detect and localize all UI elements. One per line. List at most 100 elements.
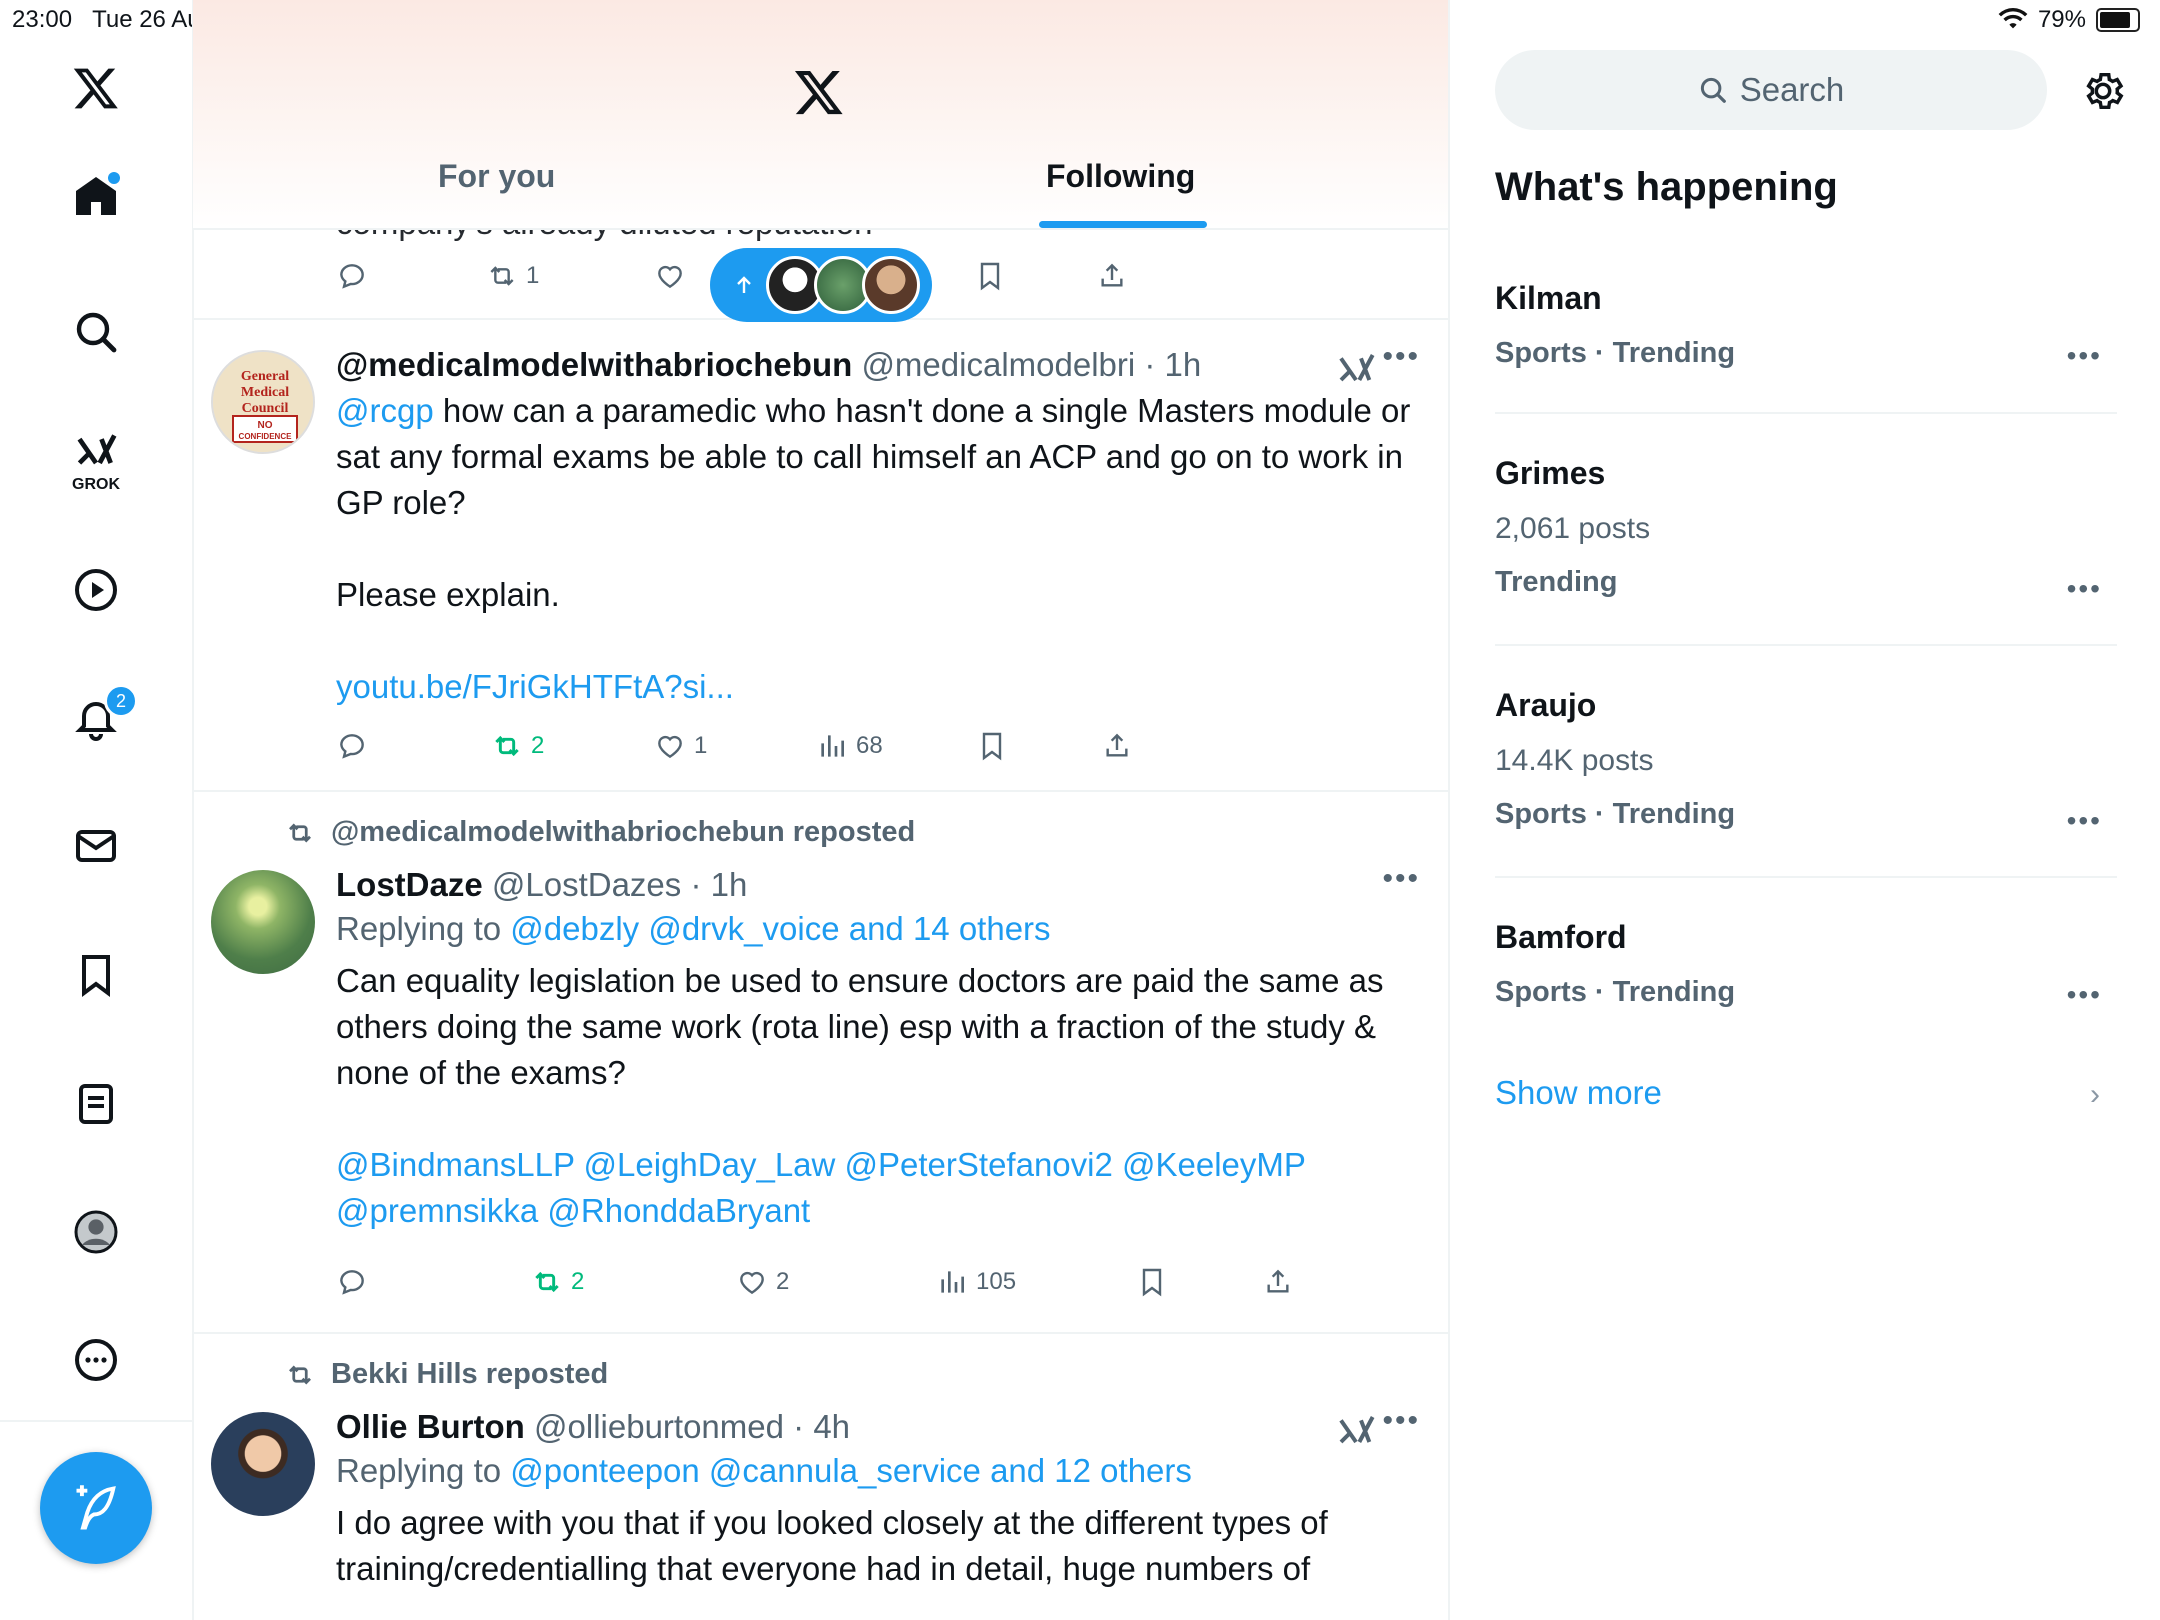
tweet-mentions[interactable]: @BindmansLLP @LeighDay_Law @PeterStefano… xyxy=(336,1142,1416,1188)
tweet-time[interactable]: 1h xyxy=(711,866,748,903)
tweet-more-icon[interactable]: ••• xyxy=(1382,862,1420,896)
trend-meta: Sports · Trending xyxy=(1495,976,1736,1008)
share-button[interactable] xyxy=(1096,260,1128,292)
chevron-right-icon[interactable]: › xyxy=(2090,1078,2100,1112)
tweet-more-icon[interactable]: ••• xyxy=(1382,340,1420,374)
repost-by-text[interactable]: @medicalmodelwithabriochebun reposted xyxy=(331,816,915,849)
tweet-mentions[interactable]: @premnsikka @RhonddaBryant xyxy=(336,1188,1416,1234)
gear-icon[interactable] xyxy=(2080,68,2126,114)
views-count: 105 xyxy=(976,1268,1017,1295)
like-button[interactable]: 2 xyxy=(736,1266,789,1298)
bookmark-button[interactable] xyxy=(1136,1266,1168,1298)
author-handle[interactable]: @LostDazes xyxy=(492,866,681,903)
author-display-name[interactable]: @medicalmodelwithabriochebun xyxy=(336,346,852,383)
views-chart-icon xyxy=(941,1271,964,1293)
active-tab-indicator xyxy=(1039,221,1207,228)
views-chart-icon xyxy=(821,735,844,757)
replying-to-links[interactable]: @debzly @drvk_voice and 14 others xyxy=(510,910,1050,947)
grok-icon[interactable]: GROK xyxy=(0,430,192,494)
bookmarks-icon[interactable] xyxy=(0,951,192,999)
like-count: 1 xyxy=(694,732,708,759)
more-options-icon[interactable] xyxy=(0,1336,192,1384)
tweet-author-row: @medicalmodelwithabriochebun @medicalmod… xyxy=(336,346,1202,383)
like-button[interactable] xyxy=(654,260,686,292)
replying-to-links[interactable]: @ponteepon @cannula_service and 12 other… xyxy=(510,1452,1192,1489)
trend-divider xyxy=(1495,876,2117,878)
grok-explain-icon[interactable] xyxy=(1336,1412,1376,1452)
mention-link[interactable]: @rcgp xyxy=(336,392,434,429)
video-play-icon[interactable] xyxy=(0,566,192,614)
user-avatar[interactable] xyxy=(211,1412,315,1516)
tweet[interactable]: Bekki Hills reposted Ollie Burton @ollie… xyxy=(193,1334,1448,1620)
views-button[interactable]: 68 xyxy=(816,730,883,762)
repost-count: 2 xyxy=(531,732,545,759)
bookmark-icon xyxy=(982,732,1002,761)
profile-avatar-icon[interactable] xyxy=(0,1208,192,1256)
trend-more-icon[interactable]: ••• xyxy=(2067,805,2102,837)
tweet-more-icon[interactable]: ••• xyxy=(1382,1404,1420,1438)
share-button[interactable] xyxy=(1262,1266,1294,1298)
user-avatar[interactable] xyxy=(211,870,315,974)
new-post-avatar xyxy=(862,256,920,314)
reply-button[interactable] xyxy=(336,260,368,292)
right-sidebar: Search What's happening Kilman Sports · … xyxy=(1450,0,2160,1620)
repost-icon xyxy=(490,266,514,286)
messages-envelope-icon[interactable] xyxy=(0,822,192,870)
trend-name: Bamford xyxy=(1495,919,1627,955)
trend-item[interactable]: Grimes 2,061 posts Trending ••• xyxy=(1495,455,2117,605)
search-input[interactable]: Search xyxy=(1495,50,2047,130)
repost-by-text[interactable]: Bekki Hills reposted xyxy=(331,1358,608,1391)
whats-happening-title: What's happening xyxy=(1495,165,1838,209)
svg-text:Council: Council xyxy=(242,401,289,416)
home-icon[interactable] xyxy=(0,172,192,220)
tweet-link[interactable]: youtu.be/FJriGkHTFtA?si... xyxy=(336,664,1416,710)
bookmark-icon xyxy=(980,262,1000,291)
trend-more-icon[interactable]: ••• xyxy=(2067,573,2102,605)
trend-item[interactable]: Bamford Sports · Trending ••• xyxy=(1495,919,2117,1039)
user-avatar[interactable]: General Medical Council NO CONFIDENCE xyxy=(211,350,315,454)
tweet-body: @medicalmodelwithabriochebun @medicalmod… xyxy=(336,346,1416,710)
reply-button[interactable] xyxy=(336,730,368,762)
views-button[interactable]: 105 xyxy=(936,1266,1016,1298)
repost-button[interactable]: 2 xyxy=(491,730,544,762)
author-handle[interactable]: @ollieburtonmed xyxy=(534,1408,784,1445)
repost-indicator: @medicalmodelwithabriochebun reposted xyxy=(283,816,915,849)
tweet[interactable]: @medicalmodelwithabriochebun reposted Lo… xyxy=(193,792,1448,1334)
share-button[interactable] xyxy=(1101,730,1133,762)
replying-to: Replying to @debzly @drvk_voice and 14 o… xyxy=(336,910,1051,947)
new-posts-pill[interactable] xyxy=(710,248,932,322)
repost-indicator: Bekki Hills reposted xyxy=(283,1358,608,1391)
main-feed-column: For you Following company's already dilu… xyxy=(193,0,1450,1620)
tweet-time[interactable]: 4h xyxy=(813,1408,850,1445)
reply-button[interactable] xyxy=(336,1266,368,1298)
trend-more-icon[interactable]: ••• xyxy=(2067,340,2102,372)
grok-explain-icon[interactable] xyxy=(1336,350,1376,390)
trend-name: Kilman xyxy=(1495,280,1602,316)
search-icon xyxy=(1700,77,1726,103)
bookmark-button[interactable] xyxy=(974,260,1006,292)
author-display-name[interactable]: LostDaze xyxy=(336,866,483,903)
x-logo-icon[interactable] xyxy=(0,64,192,112)
share-icon xyxy=(1101,263,1123,287)
show-more-link[interactable]: Show more xyxy=(1495,1074,1662,1112)
compose-post-button[interactable] xyxy=(40,1452,152,1564)
notifications-bell-icon[interactable]: 2 xyxy=(0,684,192,742)
bookmark-button[interactable] xyxy=(976,730,1008,762)
lists-icon[interactable] xyxy=(0,1080,192,1128)
repost-button[interactable]: 1 xyxy=(486,260,539,292)
author-display-name[interactable]: Ollie Burton xyxy=(336,1408,525,1445)
trend-more-icon[interactable]: ••• xyxy=(2067,979,2102,1011)
tab-for-you[interactable]: For you xyxy=(438,158,555,195)
repost-button[interactable]: 2 xyxy=(531,1266,584,1298)
x-logo-icon[interactable] xyxy=(793,66,845,118)
left-navigation: GROK 2 xyxy=(0,0,194,1620)
author-handle[interactable]: @medicalmodelbri xyxy=(861,346,1135,383)
tab-following[interactable]: Following xyxy=(1046,158,1195,195)
tweet-time[interactable]: 1h xyxy=(1165,346,1202,383)
trend-item[interactable]: Kilman Sports · Trending ••• xyxy=(1495,280,2117,400)
tweet[interactable]: General Medical Council NO CONFIDENCE @m… xyxy=(193,320,1448,792)
trend-item[interactable]: Araujo 14.4K posts Sports · Trending ••• xyxy=(1495,687,2117,837)
explore-search-icon[interactable] xyxy=(0,308,192,356)
tweet-author-row: Ollie Burton @ollieburtonmed · 4h xyxy=(336,1408,851,1445)
like-button[interactable]: 1 xyxy=(654,730,707,762)
